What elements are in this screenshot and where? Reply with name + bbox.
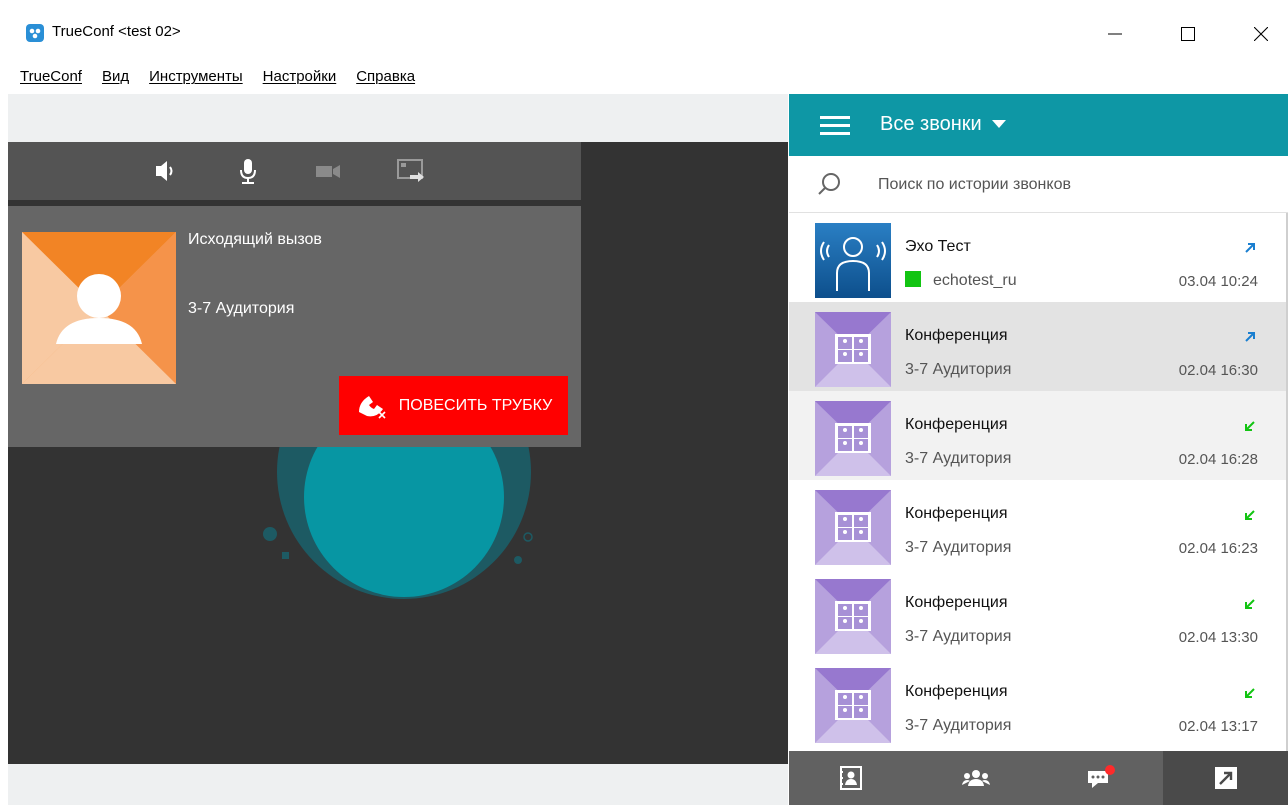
- minimize-button[interactable]: [1092, 20, 1138, 48]
- contacts-icon: [840, 766, 863, 790]
- calls-filter-dropdown[interactable]: Все звонки: [880, 113, 1006, 136]
- screen-share-button[interactable]: [396, 157, 424, 185]
- call-subtitle: echotest_ru: [905, 270, 1017, 290]
- call-title: Конференция: [905, 416, 1008, 433]
- microphone-icon: [240, 159, 256, 184]
- incoming-call-icon: [1245, 688, 1255, 698]
- call-history-icon: [1214, 767, 1237, 789]
- call-subtitle: 3-7 Аудитория: [905, 539, 1012, 556]
- call-subtitle: 3-7 Аудитория: [905, 361, 1012, 378]
- call-title: Конференция: [905, 594, 1008, 611]
- outgoing-call-icon: [1245, 332, 1255, 342]
- call-row[interactable]: Эхо Тест echotest_ru 03.04 10:24: [789, 213, 1286, 302]
- call-history-list: Эхо Тест echotest_ru 03.04 10:24 Конфере…: [789, 213, 1287, 751]
- call-time: 02.04 13:17: [1178, 718, 1258, 735]
- menu-bar: TrueConf Вид Инструменты Настройки Справ…: [20, 68, 435, 94]
- hangup-label: ПОВЕСИТЬ ТРУБКУ: [398, 396, 553, 414]
- close-icon: [1254, 27, 1268, 41]
- conference-avatar: [815, 312, 891, 387]
- toolbar-strip: [8, 94, 788, 142]
- conference-avatar: [815, 668, 891, 743]
- hamburger-icon: [820, 116, 850, 135]
- conferences-icon: [962, 770, 991, 786]
- call-subtitle: 3-7 Аудитория: [905, 628, 1012, 645]
- speaker-button[interactable]: [152, 157, 180, 185]
- call-time: 02.04 16:30: [1178, 362, 1258, 379]
- calls-filter-label: Все звонки: [880, 113, 982, 135]
- screen-share-icon: [397, 159, 424, 182]
- call-row[interactable]: Конференция 3-7 Аудитория 02.04 13:17: [789, 658, 1286, 747]
- nav-conferences[interactable]: [914, 751, 1039, 805]
- hamburger-menu-button[interactable]: [820, 114, 850, 136]
- menu-settings[interactable]: Настройки: [263, 68, 337, 94]
- call-row[interactable]: Конференция 3-7 Аудитория 02.04 16:30: [789, 302, 1286, 391]
- incoming-call-icon: [1245, 510, 1255, 520]
- online-status-indicator: [905, 270, 921, 287]
- call-controls-bar: [8, 142, 581, 200]
- panel-header: [789, 94, 1288, 156]
- call-subtitle: 3-7 Аудитория: [905, 717, 1012, 734]
- call-row[interactable]: Конференция 3-7 Аудитория 02.04 16:23: [789, 480, 1286, 569]
- trueconf-logo-icon: [26, 24, 44, 42]
- call-subtitle: 3-7 Аудитория: [905, 450, 1012, 467]
- nav-chat[interactable]: [1039, 751, 1164, 805]
- window-title: TrueConf <test 02>: [52, 23, 181, 40]
- call-status-label: Исходящий вызов: [188, 231, 322, 248]
- camera-icon: [316, 165, 340, 178]
- outgoing-call-icon: [1245, 243, 1255, 253]
- call-row[interactable]: Конференция 3-7 Аудитория 02.04 13:30: [789, 569, 1286, 658]
- call-title: Эхо Тест: [905, 238, 971, 255]
- menu-tools[interactable]: Инструменты: [149, 68, 243, 94]
- minimize-icon: [1108, 33, 1122, 35]
- call-title: Конференция: [905, 683, 1008, 700]
- status-strip: [8, 764, 788, 805]
- call-time: 02.04 16:28: [1178, 451, 1258, 468]
- notification-dot: [1104, 765, 1115, 775]
- maximize-icon: [1181, 27, 1195, 41]
- camera-button[interactable]: [314, 157, 342, 185]
- nav-call-history[interactable]: [1163, 751, 1288, 805]
- call-row[interactable]: Конференция 3-7 Аудитория 02.04 16:28: [789, 391, 1286, 480]
- call-time: 02.04 16:23: [1178, 540, 1258, 557]
- nav-contacts[interactable]: [789, 751, 914, 805]
- call-time: 03.04 10:24: [1178, 273, 1258, 290]
- call-login: echotest_ru: [933, 272, 1017, 289]
- hangup-button[interactable]: ПОВЕСИТЬ ТРУБКУ: [339, 376, 568, 435]
- call-time: 02.04 13:30: [1178, 629, 1258, 646]
- close-button[interactable]: [1238, 20, 1284, 48]
- echo-test-avatar: [815, 223, 891, 298]
- caret-down-icon: [991, 120, 1006, 128]
- menu-trueconf[interactable]: TrueConf: [20, 68, 82, 94]
- incoming-call-icon: [1245, 421, 1255, 431]
- call-contact-name: 3-7 Аудитория: [188, 300, 295, 317]
- chat-icon: [1087, 765, 1115, 788]
- bottom-navigation: [789, 751, 1288, 805]
- conference-avatar: [815, 490, 891, 565]
- menu-view[interactable]: Вид: [102, 68, 129, 94]
- hangup-icon: [358, 395, 386, 419]
- contact-avatar: [22, 232, 176, 384]
- incoming-call-icon: [1245, 599, 1255, 609]
- call-title: Конференция: [905, 327, 1008, 344]
- conference-avatar: [815, 401, 891, 476]
- microphone-button[interactable]: [234, 157, 262, 185]
- call-title: Конференция: [905, 505, 1008, 522]
- speaker-icon: [156, 161, 173, 181]
- conference-avatar: [815, 579, 891, 654]
- search-input[interactable]: [878, 172, 1258, 198]
- search-icon: [816, 171, 842, 197]
- menu-help[interactable]: Справка: [356, 68, 415, 94]
- maximize-button[interactable]: [1165, 20, 1211, 48]
